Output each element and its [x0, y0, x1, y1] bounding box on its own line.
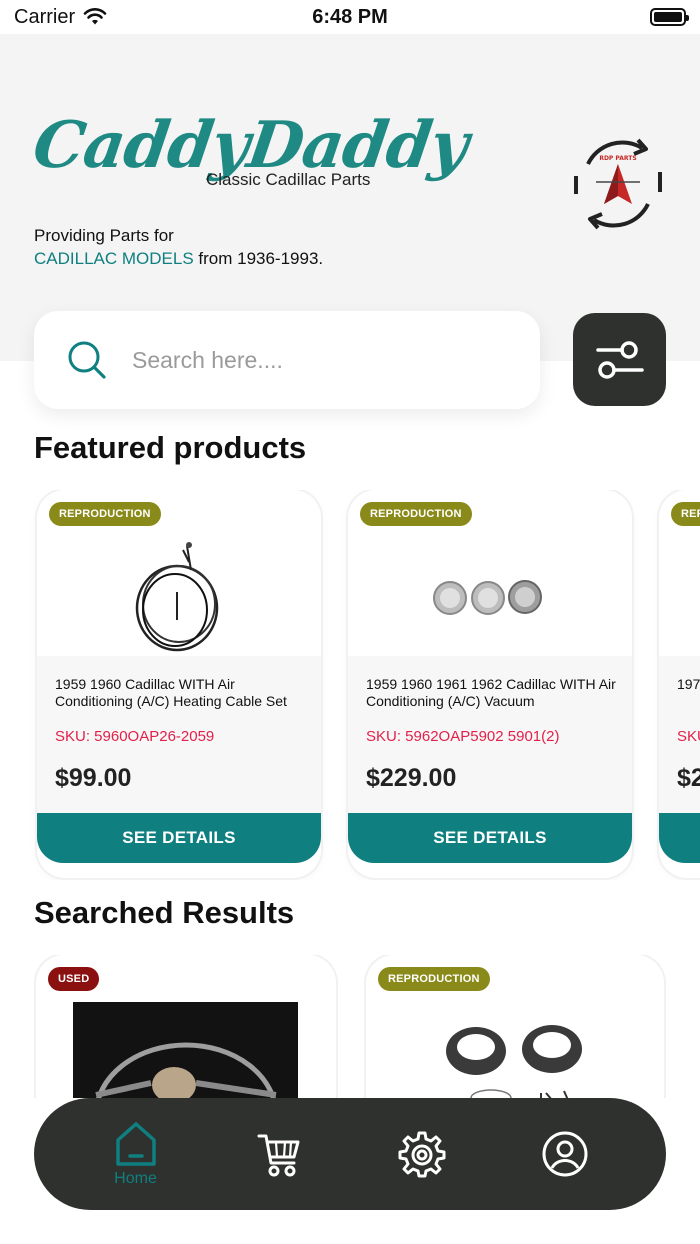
- result-card[interactable]: REPRODUCTION: [366, 955, 664, 1098]
- user-profile-icon: [542, 1131, 587, 1177]
- filter-button[interactable]: [573, 313, 666, 406]
- product-info: 1974 Fron SKU $2: [659, 656, 700, 813]
- caddydaddy-logo: CaddyDaddy Classic Cadillac Parts: [29, 108, 472, 224]
- product-price: $2: [677, 764, 700, 792]
- search-icon: [68, 341, 106, 379]
- product-title: 1959 1960 1961 1962 Cadillac WITH Air Co…: [366, 676, 616, 709]
- nav-home-label: Home: [114, 1170, 157, 1187]
- product-info: 1959 1960 Cadillac WITH Air Conditioning…: [37, 656, 321, 813]
- nav-profile[interactable]: [525, 1109, 605, 1199]
- wifi-icon: [83, 8, 107, 25]
- search-bar[interactable]: [34, 311, 540, 409]
- filter-icon: [595, 340, 644, 379]
- gear-icon: [398, 1131, 445, 1178]
- reproduction-badge: REPR: [671, 502, 700, 526]
- product-title: 1959 1960 Cadillac WITH Air Conditioning…: [55, 676, 287, 709]
- bottom-nav: Home: [34, 1098, 666, 1210]
- battery-icon: [650, 8, 689, 26]
- product-card[interactable]: REPRODUCTION 1959 1960 Cadillac WITH Air…: [37, 490, 321, 878]
- nav-home[interactable]: Home: [96, 1109, 176, 1199]
- status-time: 6:48 PM: [312, 5, 388, 28]
- product-sku: SKU: [677, 728, 700, 745]
- see-details-button[interactable]: SEE DETAILS: [37, 813, 321, 863]
- nav-settings[interactable]: [382, 1109, 462, 1199]
- badge-text: RDP PARTS: [599, 155, 636, 162]
- result-card[interactable]: USED: [36, 955, 336, 1098]
- logo-subtitle: Classic Cadillac Parts: [206, 170, 371, 189]
- nav-cart[interactable]: [239, 1109, 319, 1199]
- featured-carousel[interactable]: REPRODUCTION 1959 1960 Cadillac WITH Air…: [0, 490, 700, 880]
- product-info: 1959 1960 1961 1962 Cadillac WITH Air Co…: [348, 656, 632, 813]
- product-price: $229.00: [366, 764, 457, 792]
- tagline-line1: Providing Parts for: [34, 226, 174, 245]
- reproduction-badge: REPRODUCTION: [378, 967, 490, 991]
- cart-icon: [257, 1134, 299, 1177]
- product-sku: SKU: 5960OAP26-2059: [55, 728, 215, 745]
- logo-script: CaddyDaddy: [28, 108, 473, 183]
- search-input[interactable]: [132, 346, 492, 374]
- product-card[interactable]: REPRODUCTION 1959 1960 1961 1962 Cadilla…: [348, 490, 632, 878]
- status-left: Carrier: [14, 6, 107, 29]
- reproduction-badge: REPRODUCTION: [360, 502, 472, 526]
- tagline: Providing Parts for CADILLAC MODELS from…: [34, 224, 323, 270]
- product-price: $99.00: [55, 764, 132, 792]
- tagline-years: from 1936-1993.: [193, 249, 324, 268]
- home-icon: [115, 1122, 156, 1166]
- results-grid[interactable]: USED REPRODUCTION: [0, 955, 700, 1098]
- see-details-button[interactable]: SEE DETAILS: [348, 813, 632, 863]
- featured-title: Featured products: [34, 430, 307, 465]
- rdp-parts-logo: RDP PARTS: [574, 138, 662, 230]
- status-bar: Carrier 6:48 PM: [0, 0, 700, 34]
- product-title: 1974 Fron: [677, 676, 700, 692]
- reproduction-badge: REPRODUCTION: [49, 502, 161, 526]
- product-card[interactable]: REPR 1974 Fron SKU $2: [659, 490, 700, 878]
- results-title: Searched Results: [34, 895, 295, 930]
- see-details-button[interactable]: [659, 813, 700, 863]
- tagline-line2: CADILLAC MODELS from 1936-1993.: [34, 247, 323, 270]
- cadillac-models-link[interactable]: CADILLAC MODELS: [34, 249, 194, 268]
- carrier-label: Carrier: [14, 5, 76, 28]
- product-sku: SKU: 5962OAP5902 5901(2): [366, 728, 560, 745]
- used-badge: USED: [48, 967, 100, 991]
